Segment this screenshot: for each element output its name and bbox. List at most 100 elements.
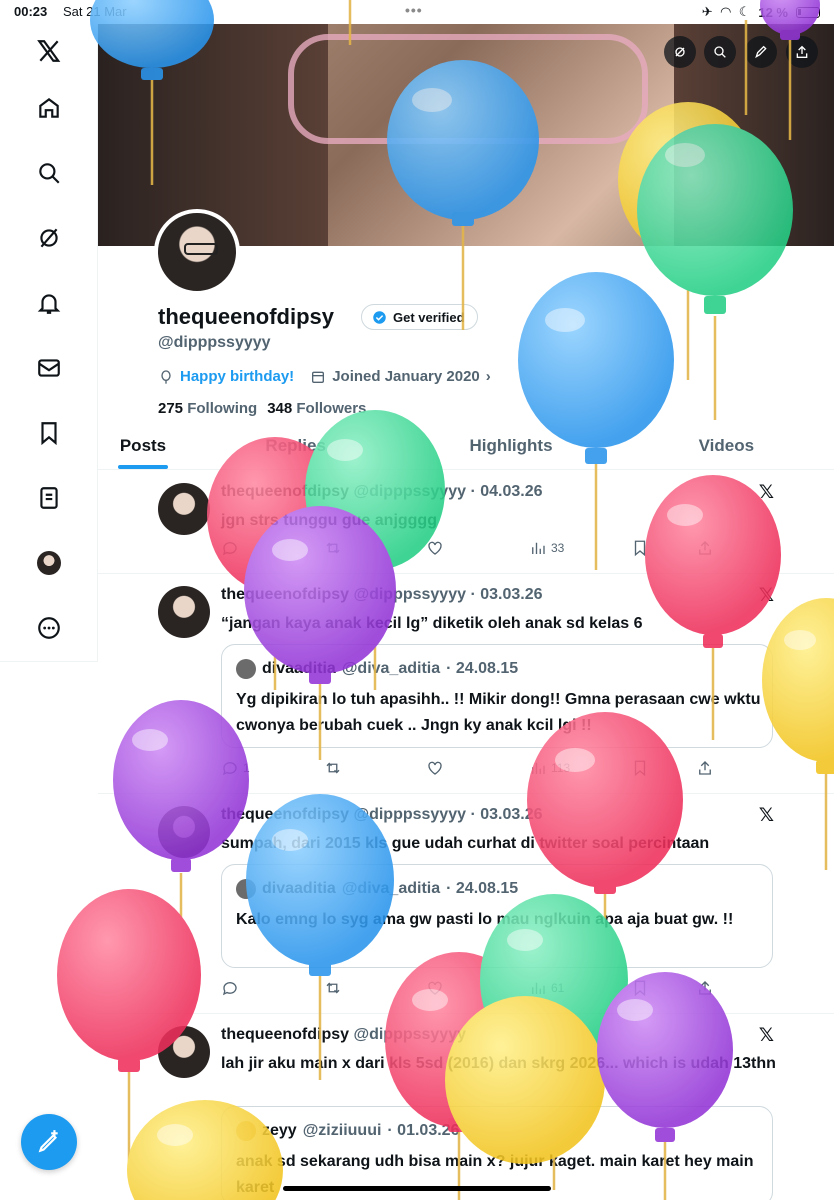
- bell-icon[interactable]: [34, 288, 64, 318]
- list-icon[interactable]: [34, 483, 64, 513]
- get-verified-label: Get verified: [393, 309, 465, 325]
- following-link[interactable]: 275 Following: [158, 400, 257, 417]
- bookmark-icon: [634, 540, 646, 557]
- tab-posts[interactable]: Posts: [98, 422, 188, 469]
- quote-author-handle: @diva_aditia: [341, 660, 441, 677]
- share-button[interactable]: [696, 539, 714, 557]
- bookmark-button[interactable]: [631, 539, 649, 557]
- post-date: · 03.03.26: [470, 806, 543, 823]
- x-logo-icon[interactable]: 𝕏: [759, 1024, 774, 1047]
- followers-label: Followers: [296, 400, 367, 417]
- repost-button[interactable]: [324, 539, 342, 557]
- home-indicator[interactable]: [283, 1186, 551, 1191]
- home-icon[interactable]: [34, 93, 64, 123]
- table-row[interactable]: thequeenofdipsy @dipppssyyyy 𝕏 lah jir a…: [98, 1014, 834, 1200]
- bookmark-icon[interactable]: [34, 418, 64, 448]
- heart-icon: [428, 761, 442, 775]
- share-icon: [699, 541, 711, 555]
- avatar[interactable]: [158, 1026, 210, 1078]
- post-author-name[interactable]: thequeenofdipsy: [221, 586, 349, 603]
- moon-icon: ☾: [738, 4, 751, 19]
- following-label: Following: [187, 400, 258, 417]
- bookmark-button[interactable]: [631, 979, 649, 997]
- quote-text: Yg dipikiran lo tuh apasihh.. !! Mikir d…: [236, 691, 761, 734]
- share-banner-button[interactable]: [786, 36, 818, 68]
- reply-icon: [222, 542, 237, 556]
- reply-button[interactable]: [221, 539, 239, 557]
- quote-author-name: zeyy: [262, 1122, 297, 1139]
- post-author-name[interactable]: thequeenofdipsy: [221, 1026, 349, 1043]
- post-author-handle: @dipppssyyyy: [353, 483, 466, 500]
- like-button[interactable]: [426, 979, 444, 997]
- profile-tabs: Posts Replies Highlights Videos: [98, 422, 834, 470]
- grok-banner-button[interactable]: [664, 36, 696, 68]
- x-logo-icon[interactable]: [34, 36, 64, 66]
- post-author-name[interactable]: thequeenofdipsy: [221, 806, 349, 823]
- grok-icon: [675, 47, 685, 57]
- compose-button[interactable]: [21, 1114, 77, 1170]
- avatar[interactable]: [158, 586, 210, 638]
- post-text: sumpah, dari 2015 kls gue udah curhat di…: [221, 835, 710, 852]
- quote-author-name: divaaditia: [262, 660, 336, 677]
- chevron-right-icon[interactable]: ›: [486, 368, 491, 385]
- profile-handle: @dipppssyyyy: [158, 334, 271, 351]
- reply-icon: [222, 762, 237, 776]
- views-button[interactable]: 33: [529, 539, 564, 557]
- share-icon: [699, 761, 711, 775]
- x-logo-icon[interactable]: 𝕏: [759, 804, 774, 827]
- quoted-post[interactable]: divaaditia @diva_aditia · 24.08.15 Yg di…: [221, 644, 773, 748]
- multitasking-dots-icon[interactable]: •••: [405, 2, 423, 18]
- profile-meta: Happy birthday! Joined January 2020 ›: [158, 368, 491, 385]
- more-icon[interactable]: [34, 613, 64, 643]
- quote-header: zeyy @ziziiuuui · 01.03.26: [236, 1121, 459, 1141]
- reply-button[interactable]: [221, 979, 239, 997]
- chart-bars-icon: [532, 542, 545, 554]
- followers-count: 348: [267, 400, 293, 417]
- x-logo-icon[interactable]: 𝕏: [759, 481, 774, 504]
- mail-icon[interactable]: [34, 353, 64, 383]
- grok-icon[interactable]: [34, 223, 64, 253]
- quote-date: · 24.08.15: [446, 880, 519, 897]
- table-row[interactable]: thequeenofdipsy @dipppssyyyy · 03.03.26 …: [98, 574, 834, 794]
- share-button[interactable]: [696, 979, 714, 997]
- battery-label: 12 %: [758, 4, 788, 20]
- views-button[interactable]: 113: [529, 759, 570, 777]
- repost-button[interactable]: [324, 759, 342, 777]
- table-row[interactable]: thequeenofdipsy @dipppssyyyy · 04.03.26 …: [98, 471, 834, 574]
- repost-button[interactable]: [324, 979, 342, 997]
- repost-icon: [326, 542, 340, 554]
- get-verified-button[interactable]: Get verified: [361, 304, 478, 330]
- share-button[interactable]: [696, 759, 714, 777]
- like-button[interactable]: [426, 759, 444, 777]
- calendar-icon: [312, 371, 325, 383]
- post-author-name[interactable]: thequeenofdipsy: [221, 483, 349, 500]
- edit-banner-button[interactable]: [745, 36, 777, 68]
- profile-avatar[interactable]: [154, 209, 240, 295]
- search-icon[interactable]: [34, 158, 64, 188]
- avatar[interactable]: [158, 806, 210, 858]
- views-button[interactable]: 61: [529, 979, 564, 997]
- x-logo-icon[interactable]: 𝕏: [759, 584, 774, 607]
- avatar[interactable]: [158, 483, 210, 535]
- tab-videos[interactable]: Videos: [619, 422, 834, 469]
- tab-highlights[interactable]: Highlights: [403, 422, 618, 469]
- bookmark-button[interactable]: [631, 759, 649, 777]
- status-time: 00:23: [14, 4, 48, 19]
- followers-link[interactable]: 348 Followers: [267, 400, 366, 417]
- reply-button[interactable]: 1: [221, 759, 250, 777]
- like-button[interactable]: [426, 539, 444, 557]
- views-count: 61: [551, 981, 565, 995]
- post-actions: 61: [221, 979, 721, 999]
- search-banner-button[interactable]: [704, 36, 736, 68]
- table-row[interactable]: thequeenofdipsy @dipppssyyyy · 03.03.26 …: [98, 794, 834, 1014]
- post-date: · 04.03.26: [470, 483, 543, 500]
- chart-bars-icon: [532, 762, 545, 774]
- quoted-post[interactable]: divaaditia @diva_aditia · 24.08.15 Kalo …: [221, 864, 773, 968]
- avatar[interactable]: [34, 548, 64, 578]
- heart-icon: [428, 981, 442, 995]
- compose-icon: [38, 1130, 58, 1153]
- avatar: [236, 879, 256, 899]
- status-bar: 00:23 Sat 21 Mar ••• ✈ ◠ ☾ 12 %: [0, 0, 834, 24]
- tab-replies[interactable]: Replies: [188, 422, 403, 469]
- post-header: thequeenofdipsy @dipppssyyyy · 03.03.26: [221, 586, 543, 604]
